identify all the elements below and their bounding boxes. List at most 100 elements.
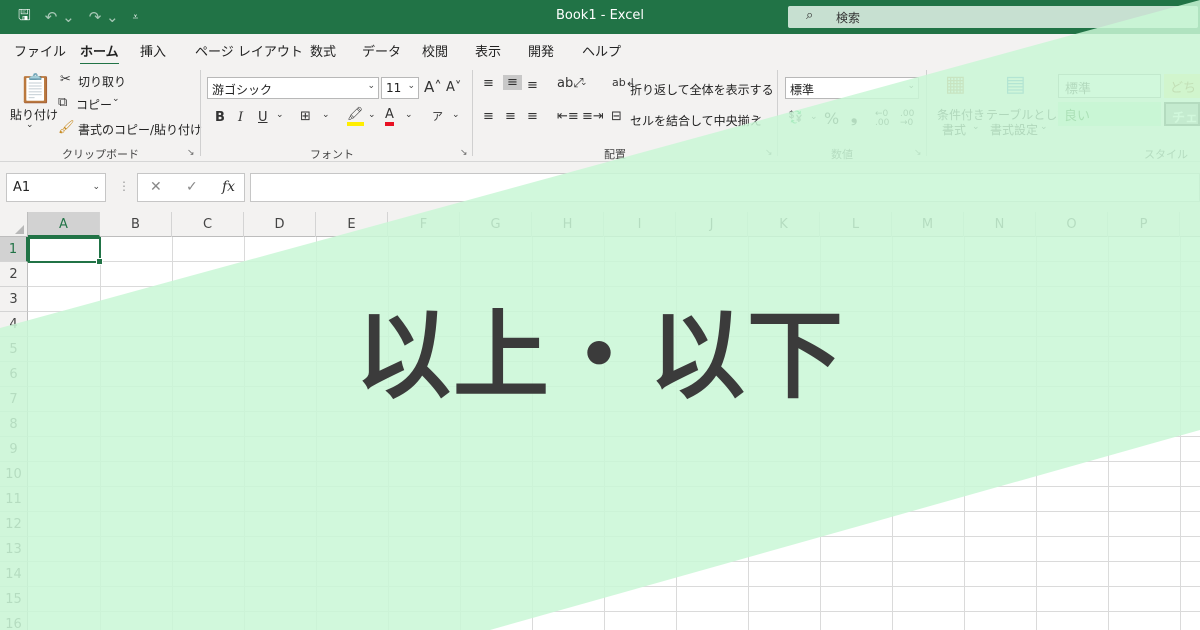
comma-style-button[interactable]: ❟ <box>851 107 857 127</box>
tab-data[interactable]: データ <box>362 41 401 60</box>
chevron-down-icon[interactable]: ⌄ <box>755 112 763 122</box>
decrease-font-icon[interactable]: A˅ <box>446 80 461 95</box>
tab-file[interactable]: ファイル <box>14 41 66 60</box>
font-name-select[interactable]: 游ゴシック ⌄ <box>207 77 379 99</box>
scissors-icon[interactable]: ✂ <box>60 72 71 87</box>
chevron-down-icon[interactable]: ⌄ <box>405 110 413 120</box>
fill-color-icon[interactable]: 🖍 <box>347 108 364 126</box>
column-header-p[interactable]: P <box>1108 212 1180 237</box>
column-header-k[interactable]: K <box>748 212 820 237</box>
tab-home[interactable]: ホーム <box>80 41 119 66</box>
format-painter-icon[interactable]: 🖌 <box>58 120 75 135</box>
format-as-table-icon[interactable]: ▤ <box>1005 72 1026 97</box>
row-header-3[interactable]: 3 <box>0 287 28 312</box>
formula-input[interactable] <box>250 173 1200 202</box>
cell-style-check[interactable]: チェ <box>1164 102 1200 126</box>
chevron-down-icon[interactable]: ⌄ <box>368 110 376 120</box>
row-header-9[interactable]: 9 <box>0 437 28 462</box>
row-header-4[interactable]: 4 <box>0 312 28 337</box>
align-middle-icon[interactable]: ≡ <box>503 75 522 90</box>
decrease-decimal-button[interactable]: .00 →0 <box>900 110 922 128</box>
row-header-16[interactable]: 16 <box>0 612 28 630</box>
dialog-launcher-icon[interactable]: ↘ <box>914 148 922 158</box>
increase-decimal-button[interactable]: ←0 .00 <box>875 110 897 128</box>
cell-style-normal[interactable]: 標準 <box>1058 74 1161 98</box>
column-header-o[interactable]: O <box>1036 212 1108 237</box>
copy-button[interactable]: コピー <box>76 96 112 113</box>
row-header-10[interactable]: 10 <box>0 462 28 487</box>
row-header-12[interactable]: 12 <box>0 512 28 537</box>
row-header-11[interactable]: 11 <box>0 487 28 512</box>
cut-button[interactable]: 切り取り <box>78 73 126 90</box>
number-format-select[interactable]: 標準 ⌄ <box>785 77 919 99</box>
italic-button[interactable]: I <box>238 110 243 125</box>
column-header-i[interactable]: I <box>604 212 676 237</box>
row-header-2[interactable]: 2 <box>0 262 28 287</box>
align-center-icon[interactable]: ≡ <box>505 109 516 124</box>
column-header-l[interactable]: L <box>820 212 892 237</box>
column-header-e[interactable]: E <box>316 212 388 237</box>
chevron-down-icon[interactable]: ⌄ <box>972 122 980 132</box>
dialog-launcher-icon[interactable]: ↘ <box>460 148 468 158</box>
tab-page-layout[interactable]: ページ レイアウト <box>195 41 303 60</box>
conditional-format-line2[interactable]: 書式 <box>942 121 966 138</box>
row-header-8[interactable]: 8 <box>0 412 28 437</box>
conditional-format-icon[interactable]: ▦ <box>945 72 966 97</box>
wrap-text-button[interactable]: 折り返して全体を表示する <box>630 81 774 98</box>
row-header-15[interactable]: 15 <box>0 587 28 612</box>
row-header-14[interactable]: 14 <box>0 562 28 587</box>
column-header-h[interactable]: H <box>532 212 604 237</box>
format-as-table-line2[interactable]: 書式設定 <box>990 121 1038 138</box>
chevron-down-icon[interactable]: ⌄ <box>112 94 120 104</box>
row-header-7[interactable]: 7 <box>0 387 28 412</box>
tab-view[interactable]: 表示 <box>475 41 501 60</box>
increase-indent-icon[interactable]: ≡⇥ <box>582 109 604 124</box>
active-cell-A1[interactable] <box>28 237 103 265</box>
column-header-j[interactable]: J <box>676 212 748 237</box>
column-header-d[interactable]: D <box>244 212 316 237</box>
merge-center-button[interactable]: セルを結合して中央揃え <box>630 112 762 129</box>
cell-style-neutral[interactable]: どち <box>1164 74 1200 98</box>
chevron-down-icon[interactable]: ⌄ <box>26 120 34 130</box>
increase-font-icon[interactable]: A˄ <box>424 78 442 96</box>
accounting-format-icon[interactable]: 💱 <box>788 110 803 124</box>
border-icon[interactable]: ⊞ <box>300 109 311 124</box>
dialog-launcher-icon[interactable]: ↘ <box>187 148 195 158</box>
column-header-c[interactable]: C <box>172 212 244 237</box>
merge-center-icon[interactable]: ⊟ <box>611 109 622 124</box>
tab-developer[interactable]: 開発 <box>528 41 554 60</box>
phonetic-guide-icon[interactable]: ア <box>432 108 443 124</box>
select-all-button[interactable] <box>0 212 28 237</box>
font-size-select[interactable]: 11 ⌄ <box>381 77 419 99</box>
align-top-icon[interactable]: ≡ <box>483 76 494 91</box>
insert-function-icon[interactable]: fx <box>222 179 235 195</box>
tab-help[interactable]: ヘルプ <box>582 41 621 60</box>
column-header-g[interactable]: G <box>460 212 532 237</box>
row-header-6[interactable]: 6 <box>0 362 28 387</box>
name-box[interactable]: A1 ⌄ <box>6 173 106 202</box>
row-header-1[interactable]: 1 <box>0 237 28 262</box>
cancel-icon[interactable]: ✕ <box>150 179 162 195</box>
row-header-13[interactable]: 13 <box>0 537 28 562</box>
format-painter-button[interactable]: 書式のコピー/貼り付け <box>78 121 202 138</box>
tab-review[interactable]: 校閲 <box>422 41 448 60</box>
bold-button[interactable]: B <box>215 110 225 125</box>
align-right-icon[interactable]: ≡ <box>527 109 538 124</box>
dialog-launcher-icon[interactable]: ↘ <box>765 148 773 158</box>
enter-icon[interactable]: ✓ <box>186 179 198 195</box>
chevron-down-icon[interactable]: ⌄ <box>322 110 330 120</box>
paste-button[interactable]: 貼り付け <box>10 106 58 123</box>
search-box[interactable]: ⌕ 検索 <box>788 6 1198 28</box>
paste-icon[interactable]: 📋 <box>18 72 53 105</box>
column-header-b[interactable]: B <box>100 212 172 237</box>
chevron-down-icon[interactable]: ⌄ <box>276 110 284 120</box>
decrease-indent-icon[interactable]: ⇤≡ <box>557 109 579 124</box>
drag-handle-icon[interactable]: ⋮ <box>118 179 130 193</box>
cell-style-good[interactable]: 良い <box>1058 102 1161 126</box>
column-header-a[interactable]: A <box>28 212 100 237</box>
align-left-icon[interactable]: ≡ <box>483 109 494 124</box>
chevron-down-icon[interactable]: ⌄ <box>1040 122 1048 132</box>
copy-icon[interactable]: ⧉ <box>58 95 67 110</box>
percent-style-button[interactable]: % <box>824 109 839 128</box>
column-header-n[interactable]: N <box>964 212 1036 237</box>
